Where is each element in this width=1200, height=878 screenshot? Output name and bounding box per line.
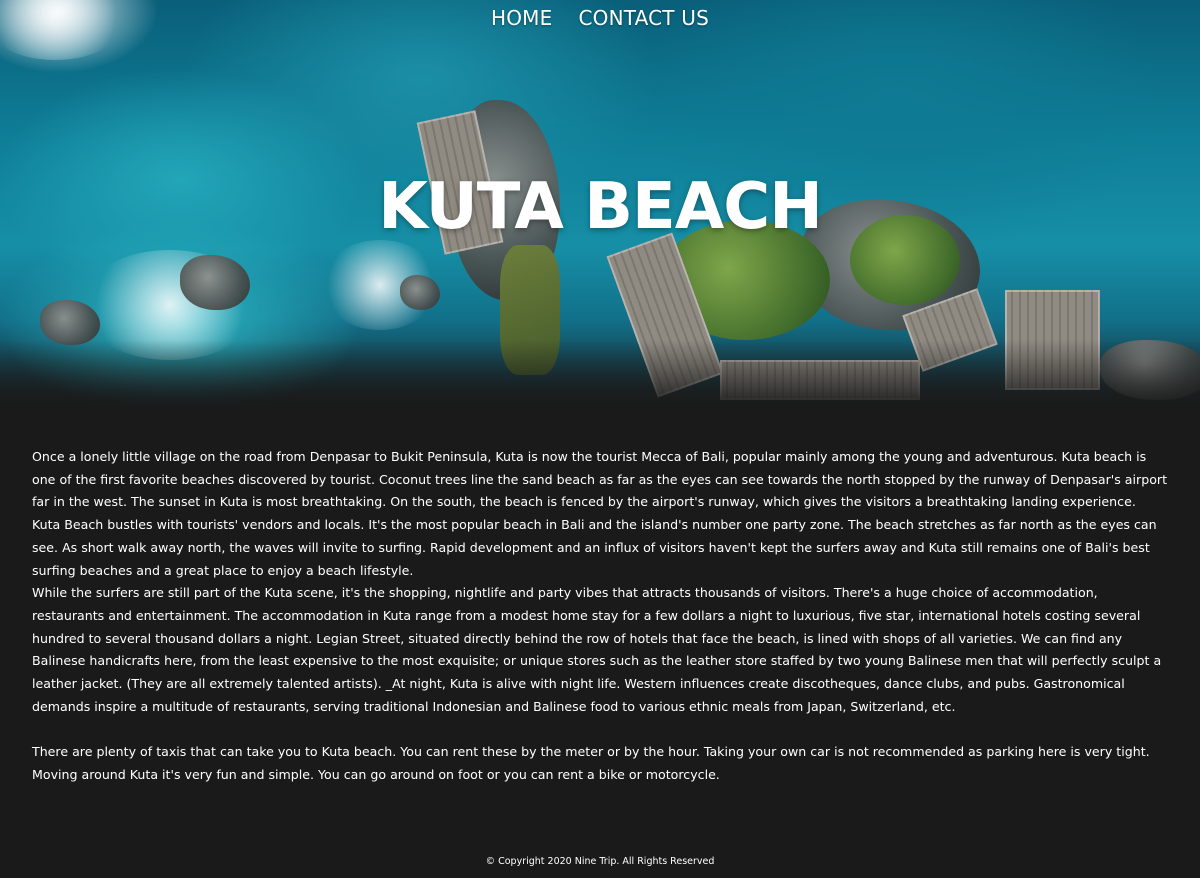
rock	[400, 275, 440, 310]
top-navigation: HOME CONTACT US	[0, 6, 1200, 30]
page: HOME CONTACT US KUTA BEACH Once a lonely…	[0, 0, 1200, 878]
page-title: KUTA BEACH	[378, 170, 823, 244]
nav-link-home[interactable]: HOME	[491, 6, 552, 30]
article-paragraph-1: Once a lonely little village on the road…	[32, 449, 1168, 578]
article-content: Once a lonely little village on the road…	[32, 446, 1168, 787]
hero-fade-overlay	[0, 340, 1200, 410]
rock	[180, 255, 250, 310]
article-paragraph-2: While the surfers are still part of the …	[32, 585, 1162, 714]
article-paragraph-3: There are plenty of taxis that can take …	[32, 744, 1150, 782]
nav-link-contact-us[interactable]: CONTACT US	[578, 6, 709, 30]
footer-copyright: © Copyright 2020 Nine Trip. All Rights R…	[485, 856, 715, 867]
